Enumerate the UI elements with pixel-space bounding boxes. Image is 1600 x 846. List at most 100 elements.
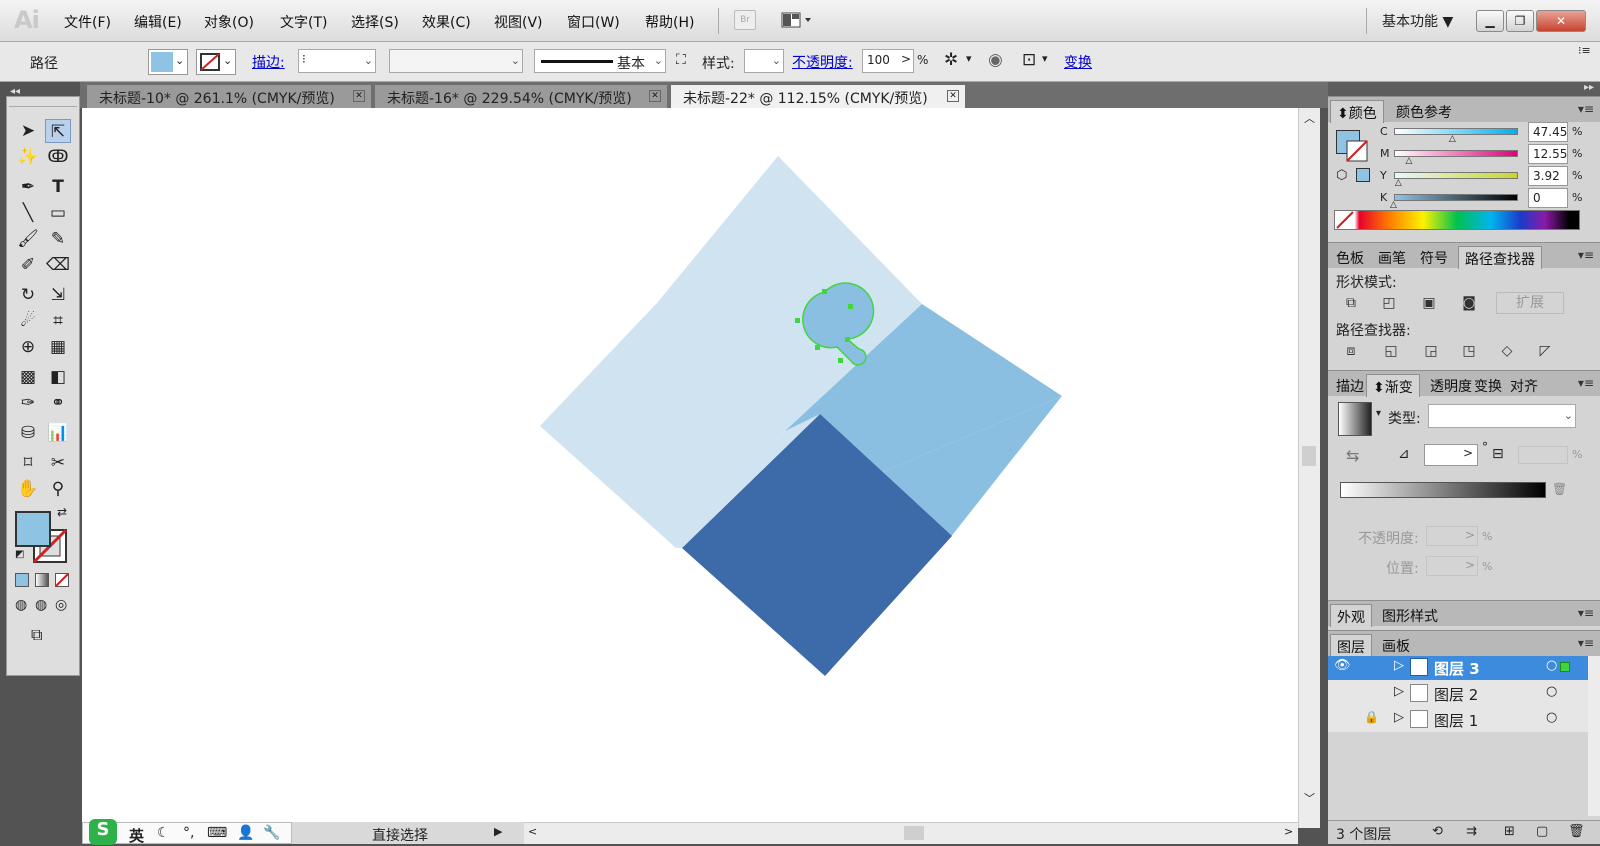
- blend-tool-icon[interactable]: ⚭: [45, 391, 71, 415]
- tab-appearance[interactable]: 外观: [1330, 604, 1372, 627]
- exclude-icon[interactable]: ◙: [1458, 292, 1480, 314]
- menu-edit[interactable]: 编辑(E): [134, 12, 182, 32]
- merge-icon[interactable]: ◲: [1420, 340, 1442, 362]
- tab-color-guide[interactable]: 颜色参考: [1390, 100, 1458, 123]
- menu-file[interactable]: 文件(F): [64, 12, 111, 32]
- gradient-mode-icon[interactable]: [35, 573, 49, 587]
- scroll-thumb[interactable]: [904, 826, 924, 840]
- crop-icon[interactable]: ◳: [1458, 340, 1480, 362]
- line-tool-icon[interactable]: ╲: [15, 201, 41, 225]
- chevron-right-icon[interactable]: >: [1463, 446, 1473, 460]
- vertical-scrollbar[interactable]: ︿ ﹀: [1298, 108, 1320, 828]
- tab-symbols[interactable]: 符号: [1414, 246, 1454, 269]
- channel-y-value[interactable]: 3.92: [1528, 166, 1568, 186]
- draw-normal-icon[interactable]: ◍: [15, 597, 27, 613]
- color-mode-icon[interactable]: [15, 573, 29, 587]
- tab-brushes[interactable]: 画笔: [1372, 246, 1412, 269]
- channel-k-slider[interactable]: [1394, 194, 1518, 201]
- tab-color[interactable]: ⬍颜色: [1330, 100, 1384, 123]
- scale-tool-icon[interactable]: ⇲: [45, 283, 71, 307]
- channel-c-slider[interactable]: [1394, 128, 1518, 135]
- expand-triangle-icon[interactable]: ▷: [1394, 684, 1404, 699]
- eraser-tool-icon[interactable]: ⌫: [45, 253, 71, 277]
- magic-wand-tool-icon[interactable]: ✨: [15, 145, 41, 169]
- target-circle-icon[interactable]: ○: [1546, 684, 1557, 699]
- stroke-swatch-dropdown[interactable]: ⌄: [196, 49, 236, 75]
- trim-icon[interactable]: ◱: [1380, 340, 1402, 362]
- ime-user-icon[interactable]: 👤: [237, 825, 254, 841]
- zoom-tool-icon[interactable]: ⚲: [45, 477, 71, 501]
- gradient-tool-icon[interactable]: ◧: [45, 365, 71, 389]
- expand-triangle-icon[interactable]: ▷: [1394, 658, 1404, 673]
- rotate-tool-icon[interactable]: ↻: [15, 283, 41, 307]
- panel-menu-icon[interactable]: ▾≡: [1578, 248, 1594, 262]
- rectangle-tool-icon[interactable]: ▭: [45, 201, 71, 225]
- menu-help[interactable]: 帮助(H): [645, 12, 694, 32]
- lock-icon[interactable]: 🔒: [1364, 710, 1379, 724]
- panel-menu-icon[interactable]: ▾≡: [1578, 102, 1594, 116]
- delete-layer-icon[interactable]: 🗑: [1568, 824, 1585, 839]
- channel-k-thumb[interactable]: △: [1390, 200, 1397, 210]
- mesh-tool-icon[interactable]: ▩: [15, 365, 41, 389]
- close-tab-icon[interactable]: ✕: [649, 90, 661, 102]
- channel-c-value[interactable]: 47.45: [1528, 122, 1568, 142]
- transform-link[interactable]: 变换: [1064, 52, 1092, 72]
- channel-m-thumb[interactable]: △: [1406, 156, 1413, 166]
- document-tab[interactable]: 未标题-10* @ 261.1% (CMYK/预览) ✕: [86, 84, 372, 108]
- document-tab-active[interactable]: 未标题-22* @ 112.15% (CMYK/预览) ✕: [670, 84, 966, 108]
- delete-stop-icon[interactable]: 🗑: [1552, 482, 1567, 496]
- unite-icon[interactable]: ⧉: [1340, 292, 1362, 314]
- paintbrush-tool-icon[interactable]: 🖌: [15, 227, 41, 251]
- shape-builder-tool-icon[interactable]: ⊕: [15, 335, 41, 359]
- isolate-icon[interactable]: ◉: [988, 50, 1003, 70]
- channel-m-slider[interactable]: [1394, 150, 1518, 157]
- warp-tool-icon[interactable]: ☄: [15, 309, 41, 333]
- tab-graphic-styles[interactable]: 图形样式: [1376, 604, 1444, 627]
- chevron-down-icon[interactable]: ▾: [1376, 408, 1381, 419]
- tab-transform[interactable]: 变换: [1468, 374, 1508, 397]
- menu-type[interactable]: 文字(T): [280, 12, 327, 32]
- slice-tool-icon[interactable]: ✂: [45, 451, 71, 475]
- workspace-switcher[interactable]: 基本功能 ▼: [1382, 11, 1453, 31]
- target-circle-icon[interactable]: ○: [1546, 710, 1557, 725]
- tab-align[interactable]: 对齐: [1504, 374, 1544, 397]
- tab-pathfinder[interactable]: 路径查找器: [1458, 246, 1542, 269]
- tab-stroke[interactable]: 描边: [1330, 374, 1370, 397]
- brush-definition-dropdown[interactable]: 基本 ⌄: [534, 49, 666, 73]
- new-sublayer-icon[interactable]: ⊞: [1504, 824, 1515, 839]
- menu-effect[interactable]: 效果(C): [422, 12, 471, 32]
- layer-row[interactable]: 🔒 ▷ 图层 1 ○: [1328, 708, 1588, 732]
- pen-tool-icon[interactable]: ✒: [15, 175, 41, 199]
- ime-punct-icon[interactable]: °,: [183, 825, 194, 841]
- ime-settings-icon[interactable]: 🔧: [263, 825, 280, 841]
- scroll-right-icon[interactable]: >: [1284, 825, 1293, 838]
- tab-swatches[interactable]: 色板: [1330, 246, 1370, 269]
- stop-position-field[interactable]: >: [1426, 556, 1478, 576]
- chevron-down-icon[interactable]: ▾: [1042, 52, 1048, 65]
- scroll-left-icon[interactable]: <: [528, 825, 537, 838]
- ime-keyboard-icon[interactable]: ⌨: [207, 825, 227, 841]
- locate-object-icon[interactable]: ⟲: [1432, 824, 1443, 839]
- divide-icon[interactable]: ⧈: [1340, 340, 1362, 362]
- ime-logo-icon[interactable]: S: [89, 819, 117, 845]
- tab-artboards[interactable]: 画板: [1376, 634, 1416, 657]
- channel-y-thumb[interactable]: △: [1395, 178, 1402, 188]
- column-graph-tool-icon[interactable]: 📊: [45, 421, 71, 445]
- channel-k-value[interactable]: 0: [1528, 188, 1568, 208]
- screen-mode-icon[interactable]: ⧉: [31, 625, 42, 645]
- close-tab-icon[interactable]: ✕: [947, 90, 959, 102]
- artboard-tool-icon[interactable]: ⌑: [15, 451, 41, 475]
- color-spectrum[interactable]: [1334, 210, 1580, 230]
- default-colors-icon[interactable]: ◩: [15, 549, 24, 560]
- collapse-dock-icon[interactable]: ▸▸: [1584, 82, 1594, 93]
- channel-c-thumb[interactable]: △: [1449, 134, 1456, 144]
- out-of-gamut-icon[interactable]: ⬡: [1336, 168, 1347, 183]
- minus-front-icon[interactable]: ◰: [1378, 292, 1400, 314]
- bridge-button[interactable]: Br: [734, 10, 756, 30]
- hand-tool-icon[interactable]: ✋: [15, 477, 41, 501]
- horizontal-scrollbar[interactable]: < >: [524, 822, 1298, 844]
- minimize-button[interactable]: ▁: [1476, 10, 1504, 32]
- panel-menu-icon[interactable]: ▾≡: [1578, 636, 1594, 650]
- reference-point-icon[interactable]: ⊡: [1022, 50, 1036, 70]
- pencil-tool-icon[interactable]: ✎: [45, 227, 71, 251]
